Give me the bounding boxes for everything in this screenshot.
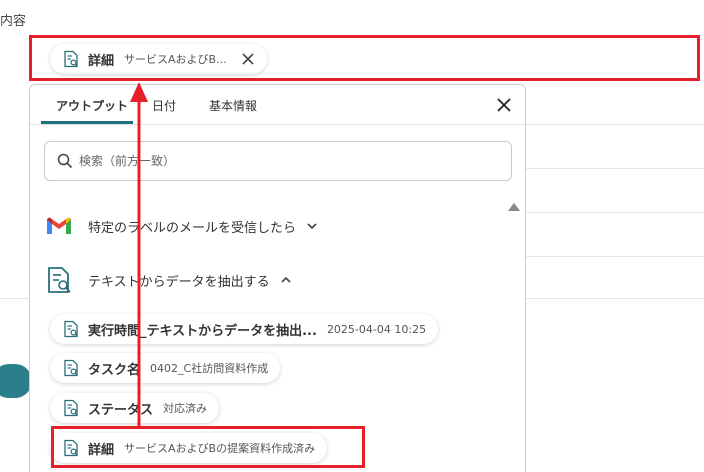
document-search-icon: [64, 399, 78, 417]
highlight-box: [51, 426, 365, 468]
chevron-up-icon[interactable]: [280, 274, 292, 286]
search-icon: [57, 153, 73, 169]
tab-bar: アウトプット 日付 基本情報: [30, 85, 525, 125]
section-gmail[interactable]: 特定のラベルのメールを受信したら: [44, 211, 318, 241]
scroll-up-arrow[interactable]: [508, 203, 520, 211]
document-search-icon: [64, 359, 78, 377]
item-value: 0402_C社訪問資料作成: [150, 362, 269, 375]
search-box[interactable]: [44, 141, 512, 181]
chevron-down-icon[interactable]: [306, 220, 318, 232]
selected-chip[interactable]: 詳細 サービスAおよびB...: [50, 44, 267, 74]
output-item[interactable]: タスク名 0402_C社訪問資料作成: [50, 353, 281, 383]
close-icon[interactable]: [496, 97, 512, 113]
search-input[interactable]: [79, 154, 479, 168]
variable-picker-panel: アウトプット 日付 基本情報 特定のラベルのメールを受信したら: [29, 84, 526, 472]
section-label: テキストからデータを抽出する: [88, 274, 270, 290]
document-search-icon: [64, 320, 78, 338]
tab-output[interactable]: アウトプット: [56, 97, 128, 114]
item-value: 対応済み: [163, 402, 208, 415]
gmail-icon: [47, 217, 71, 234]
active-tab-indicator: [41, 121, 133, 124]
item-title: ステータス: [88, 402, 154, 418]
output-item[interactable]: 実行時間_テキストからデータを抽出... 2025-04-04 10:25: [50, 314, 439, 344]
tab-date[interactable]: 日付: [152, 97, 176, 114]
section-label: 特定のラベルのメールを受信したら: [88, 220, 297, 236]
chip-value: サービスAおよびB...: [124, 53, 227, 66]
section-text-extract[interactable]: テキストからデータを抽出する: [44, 265, 292, 295]
remove-icon[interactable]: [241, 52, 255, 66]
item-title: タスク名: [88, 362, 141, 378]
background-button: [0, 364, 32, 398]
background-divider: [0, 298, 30, 299]
item-value: 2025-04-04 10:25: [326, 322, 427, 336]
content-field[interactable]: 詳細 サービスAおよびB...: [29, 35, 700, 81]
document-search-icon: [48, 267, 71, 293]
chip-title: 詳細: [88, 53, 115, 69]
output-item[interactable]: ステータス 対応済み: [50, 393, 220, 423]
item-title: 実行時間_テキストからデータを抽出...: [88, 323, 317, 339]
tab-basic-info[interactable]: 基本情報: [209, 97, 257, 114]
document-search-icon: [64, 50, 78, 68]
field-label: 内容: [0, 14, 27, 29]
